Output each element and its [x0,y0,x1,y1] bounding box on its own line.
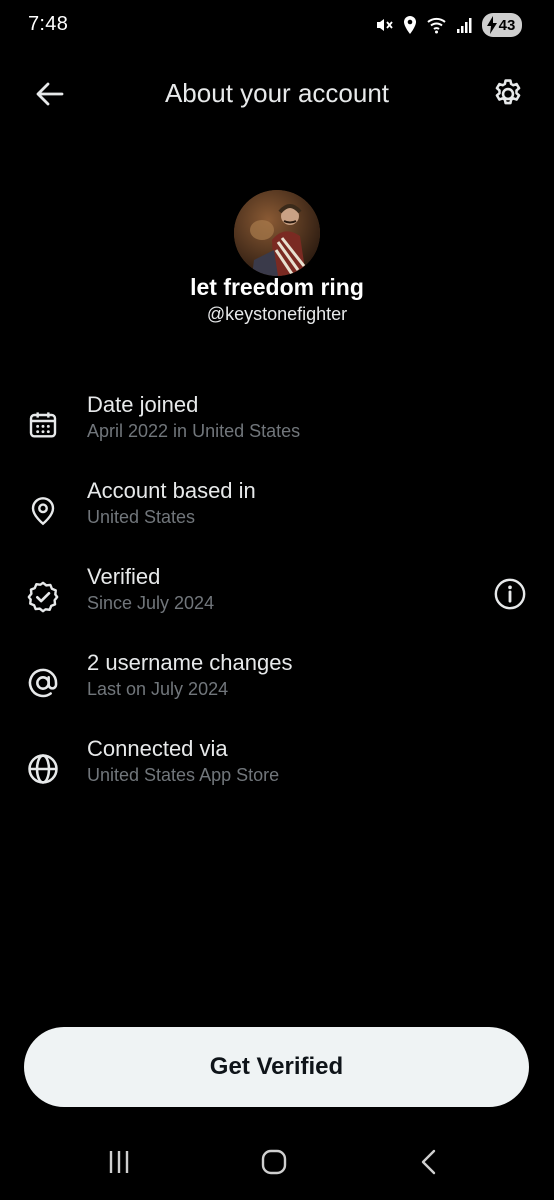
info-row-account-based-in: Account based in United States [0,478,554,548]
home-icon [261,1149,287,1175]
globe-icon [24,750,62,788]
location-pin-icon [24,492,62,530]
battery-icon: 43 [482,13,522,37]
status-time: 7:48 [28,13,69,35]
calendar-icon [24,406,62,444]
home-button[interactable] [249,1144,299,1180]
info-title: 2 username changes [87,650,293,675]
page-title: About your account [164,78,390,108]
settings-button[interactable] [488,74,528,114]
at-sign-icon [24,664,62,702]
battery-level: 43 [498,16,516,34]
about-account-screen: 7:48 43 About your account let freedom r… [0,0,554,1200]
info-title: Connected via [87,736,228,761]
wifi-icon [426,15,448,35]
recents-button[interactable] [94,1144,144,1180]
status-bar: 7:48 43 [0,0,554,52]
info-subtitle: April 2022 in United States [87,421,301,441]
info-title: Account based in [87,478,256,503]
signal-icon [456,16,474,34]
display-name: let freedom ring [190,274,364,300]
info-row-username-changes: 2 username changes Last on July 2024 [0,650,554,720]
mute-icon [374,15,394,35]
recents-icon [109,1151,129,1173]
verified-info-button[interactable] [492,576,528,612]
avatar[interactable] [234,190,320,276]
system-nav-bar [0,1130,554,1200]
info-title: Date joined [87,392,199,417]
header: About your account [0,62,554,126]
handle: @keystonefighter [206,304,348,324]
gear-icon [495,79,521,105]
location-icon [402,15,418,35]
nav-back-button[interactable] [404,1144,454,1180]
get-verified-button[interactable]: Get Verified [24,1027,529,1107]
verified-badge-icon [24,578,62,616]
info-subtitle: United States App Store [87,765,280,785]
info-row-verified: Verified Since July 2024 [0,564,554,634]
info-row-date-joined: Date joined April 2022 in United States [0,392,554,462]
info-title: Verified [87,564,161,589]
info-row-connected-via: Connected via United States App Store [0,736,554,806]
info-subtitle: United States [87,507,196,527]
info-subtitle: Since July 2024 [87,593,215,613]
info-icon [494,578,526,610]
status-icons: 43 [374,12,522,38]
back-icon [421,1149,436,1175]
info-subtitle: Last on July 2024 [87,679,229,699]
